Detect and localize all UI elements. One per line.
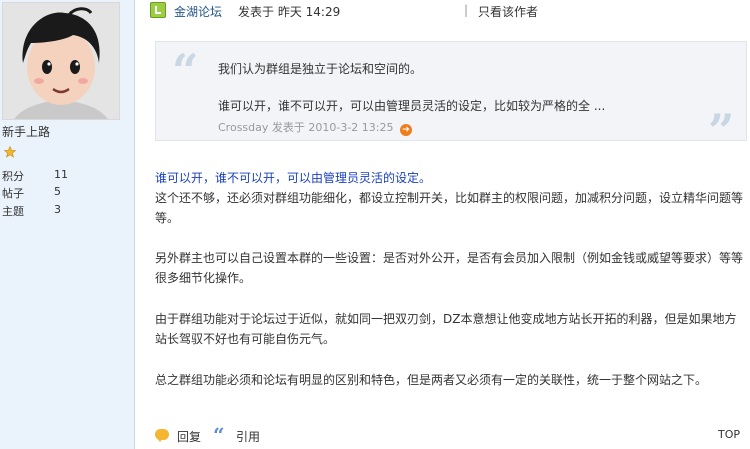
quote-text-line: 谁可以开，谁不可以开，可以由管理员灵活的设定，比如较为严格的全 ... xyxy=(218,99,606,113)
body-paragraph: 总之群组功能必须和论坛有明显的区别和特色，但是两者又必须有一定的关联性，统一于整… xyxy=(155,373,708,387)
author-link[interactable]: 金湖论坛 xyxy=(174,3,222,20)
post-actions: 回复 “ 引用 TOP xyxy=(155,423,745,447)
highlight-line: 谁可以开，谁不可以开，可以由管理员灵活的设定。 xyxy=(155,171,432,185)
avatar[interactable] xyxy=(2,2,120,120)
user-title: 新手上路 xyxy=(2,125,51,139)
stat-value: 11 xyxy=(54,168,68,181)
quote-block: “ 我们认为群组是独立于论坛和空间的。 谁可以开，谁不可以开，可以由管理员灵活的… xyxy=(155,41,747,154)
body-paragraph: 这个还不够，还必须对群组功能细化，都设立控制开关，比如群主的权限问题，加减积分问… xyxy=(155,191,744,225)
stat-value: 3 xyxy=(54,203,61,216)
avatar-image xyxy=(3,3,119,119)
stat-label: 积分 xyxy=(2,170,24,183)
only-author-link[interactable]: 只看该作者 xyxy=(478,3,538,20)
reply-icon[interactable] xyxy=(155,429,169,442)
quote-text-line: 我们认为群组是独立于论坛和空间的。 xyxy=(218,62,423,76)
post-time: 发表于 昨天 14:29 xyxy=(238,5,341,19)
stat-value: 5 xyxy=(54,185,61,198)
body-paragraph: 由于群组功能对于论坛过于近似，就如同一把双刃剑，DZ本意想让他变成地方站长开拓的… xyxy=(155,312,737,346)
close-quote-icon: ” xyxy=(708,104,735,158)
online-status-icon xyxy=(150,2,166,18)
quote-attribution: Crossday 发表于 2010-3-2 13:25 ➔ xyxy=(218,119,413,136)
quote-button[interactable]: 引用 xyxy=(236,428,260,445)
open-quote-icon: “ xyxy=(172,44,199,98)
body-paragraph: 另外群主也可以自己设置本群的一些设置：是否对外公开，是否有会员加入限制（例如金钱… xyxy=(155,251,744,285)
header-separator: | xyxy=(464,3,469,17)
user-sidebar: 新手上路 积分 11 帖子 5 主题 3 xyxy=(0,0,135,449)
reply-button[interactable]: 回复 xyxy=(177,428,201,445)
jump-to-post-icon[interactable]: ➔ xyxy=(400,124,413,136)
stat-label: 帖子 xyxy=(2,187,24,200)
stat-label: 主题 xyxy=(2,205,24,218)
post-header: 金湖论坛 发表于 昨天 14:29 | 只看该作者 xyxy=(150,2,740,20)
star-icon xyxy=(3,145,17,161)
quote-icon[interactable]: “ xyxy=(213,423,225,447)
quote-author-time: Crossday 发表于 2010-3-2 13:25 xyxy=(218,121,394,134)
back-to-top-link[interactable]: TOP xyxy=(718,428,740,441)
